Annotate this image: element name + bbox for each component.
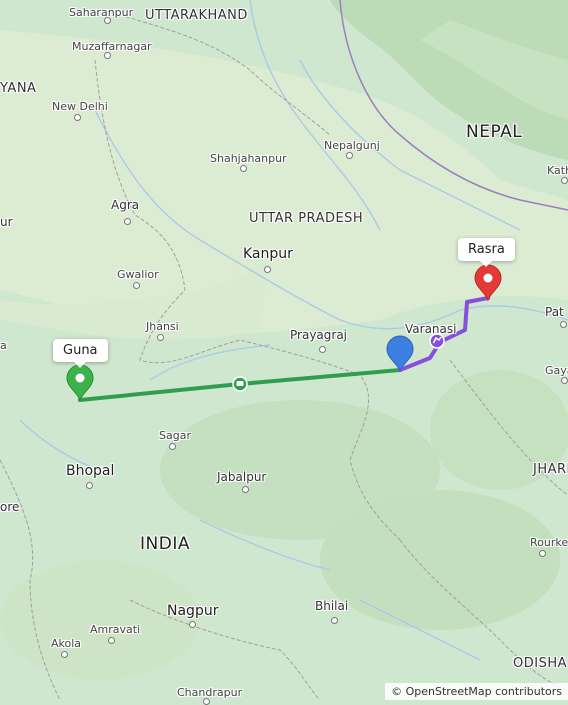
city-dot [189, 621, 196, 628]
city-label-agra: Agra [111, 198, 140, 212]
city-label-edge-ur: ur [0, 215, 13, 229]
city-label-shahjahanpur: Shahjahanpur [210, 152, 287, 165]
state-label-jharkhand: JHARI [533, 462, 568, 477]
city-dot [240, 165, 247, 172]
city-label-gaya: Gaya [545, 364, 568, 377]
city-label-varanasi: Varanasi [405, 322, 457, 336]
city-dot [108, 637, 115, 644]
city-label-jabalpur: Jabalpur [217, 470, 267, 484]
city-label-saharanpur: Saharanpur [69, 6, 134, 19]
city-dot [560, 321, 567, 328]
route-icon-segment-2 [429, 333, 445, 349]
city-dot [124, 218, 131, 225]
state-label-uttarakhand: UTTARAKHAND [145, 8, 248, 23]
state-label-uttar-pradesh: UTTAR PRADESH [249, 211, 364, 226]
city-dot [61, 651, 68, 658]
city-dot [561, 177, 568, 184]
city-label-chandrapur: Chandrapur [177, 686, 243, 699]
route-icon-segment-1 [232, 376, 248, 392]
city-label-sagar: Sagar [159, 429, 191, 442]
country-label-nepal: NEPAL [466, 122, 523, 142]
city-dot [157, 334, 164, 341]
city-label-jhansi: Jhansi [146, 320, 179, 333]
city-label-kanpur: Kanpur [243, 246, 293, 262]
city-dot [133, 282, 140, 289]
city-label-prayagraj: Prayagraj [290, 328, 348, 342]
city-dot [346, 152, 353, 159]
city-label-gwalior: Gwalior [117, 268, 159, 281]
city-label-kath: Kath [547, 164, 568, 177]
map-attribution[interactable]: © OpenStreetMap contributors [385, 683, 568, 700]
city-label-new-delhi: New Delhi [52, 100, 108, 113]
city-dot [242, 486, 249, 493]
city-label-muzaffarnagar: Muzaffarnagar [72, 40, 152, 53]
end-marker-label[interactable]: Rasra [458, 238, 515, 267]
city-dot [561, 377, 568, 384]
city-dot [264, 266, 271, 273]
city-dot [539, 550, 546, 557]
city-label-bhopal: Bhopal [66, 463, 115, 479]
city-label-akola: Akola [51, 637, 82, 650]
city-label-edge-a: a [0, 339, 7, 352]
city-dot [203, 698, 210, 705]
city-label-rourkela: Rourkela [530, 536, 568, 549]
country-label-india: INDIA [140, 534, 190, 554]
city-dot [169, 443, 176, 450]
city-dot [86, 482, 93, 489]
city-dot [319, 346, 326, 353]
start-marker-label[interactable]: Guna [53, 339, 108, 368]
city-label-bhilai: Bhilai [315, 599, 349, 613]
city-label-patna: Pat [545, 305, 564, 319]
city-dot [74, 114, 81, 121]
city-label-nepalgunj: Nepalgunj [324, 139, 380, 152]
state-label-haryana: YANA [0, 81, 37, 96]
state-label-odisha: ODISHA [513, 656, 567, 671]
city-dot [104, 52, 111, 59]
city-label-edge-ore: ore [0, 500, 20, 514]
city-label-amravati: Amravati [90, 623, 141, 636]
city-dot [331, 617, 338, 624]
city-label-nagpur: Nagpur [167, 603, 219, 619]
